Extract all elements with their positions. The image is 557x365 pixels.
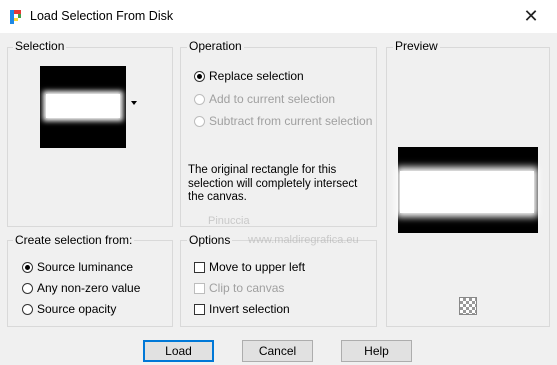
- radio-label: Source opacity: [37, 302, 117, 316]
- app-logo-icon: [10, 10, 21, 24]
- radio-label: Add to current selection: [209, 92, 336, 106]
- radio-subtract-from-selection[interactable]: Subtract from current selection: [194, 114, 372, 128]
- preview-group-title: Preview: [393, 39, 440, 53]
- selection-group-title: Selection: [13, 39, 67, 53]
- title-bar: Load Selection From Disk ✕: [0, 0, 557, 33]
- watermark-url: www.maldiregrafica.eu: [248, 234, 359, 246]
- create-selection-group-title: Create selection from:: [13, 233, 135, 247]
- radio-label: Subtract from current selection: [209, 114, 373, 128]
- preview-image: [398, 147, 538, 233]
- checkbox-label: Move to upper left: [209, 260, 306, 274]
- checkbox-label: Invert selection: [209, 302, 290, 316]
- radio-source-opacity[interactable]: Source opacity: [22, 302, 116, 316]
- operation-note: The original rectangle for this selectio…: [188, 164, 358, 203]
- radio-add-to-selection[interactable]: Add to current selection: [194, 92, 335, 106]
- radio-replace-selection[interactable]: Replace selection: [194, 69, 304, 83]
- radio-dot: [194, 70, 205, 82]
- help-button[interactable]: Help: [341, 340, 412, 362]
- radio-source-luminance[interactable]: Source luminance: [22, 260, 133, 274]
- checkbox-move-to-upper-left[interactable]: Move to upper left: [194, 260, 305, 274]
- checkbox-box: [194, 282, 205, 294]
- radio-dot: [22, 282, 33, 294]
- load-button[interactable]: Load: [143, 340, 214, 362]
- close-button[interactable]: ✕: [519, 5, 543, 27]
- selection-thumbnail[interactable]: [40, 66, 126, 148]
- checkbox-invert-selection[interactable]: Invert selection: [194, 302, 290, 316]
- radio-dot: [194, 93, 205, 105]
- radio-label: Source luminance: [37, 260, 134, 274]
- radio-dot: [194, 115, 205, 127]
- window-title: Load Selection From Disk: [30, 9, 174, 23]
- checkbox-box: [194, 261, 205, 273]
- watermark-name: Pinuccia: [208, 215, 250, 227]
- radio-dot: [22, 261, 33, 273]
- cancel-button[interactable]: Cancel: [242, 340, 313, 362]
- radio-label: Any non-zero value: [37, 281, 141, 295]
- transparency-checker-icon[interactable]: [459, 297, 477, 315]
- radio-label: Replace selection: [209, 69, 304, 83]
- checkbox-box: [194, 303, 205, 315]
- operation-group-title: Operation: [187, 39, 244, 53]
- checkbox-clip-to-canvas[interactable]: Clip to canvas: [194, 281, 284, 295]
- radio-any-non-zero-value[interactable]: Any non-zero value: [22, 281, 140, 295]
- checkbox-label: Clip to canvas: [209, 281, 285, 295]
- radio-dot: [22, 303, 33, 315]
- options-group-title: Options: [187, 233, 233, 247]
- chevron-down-icon[interactable]: [131, 101, 137, 105]
